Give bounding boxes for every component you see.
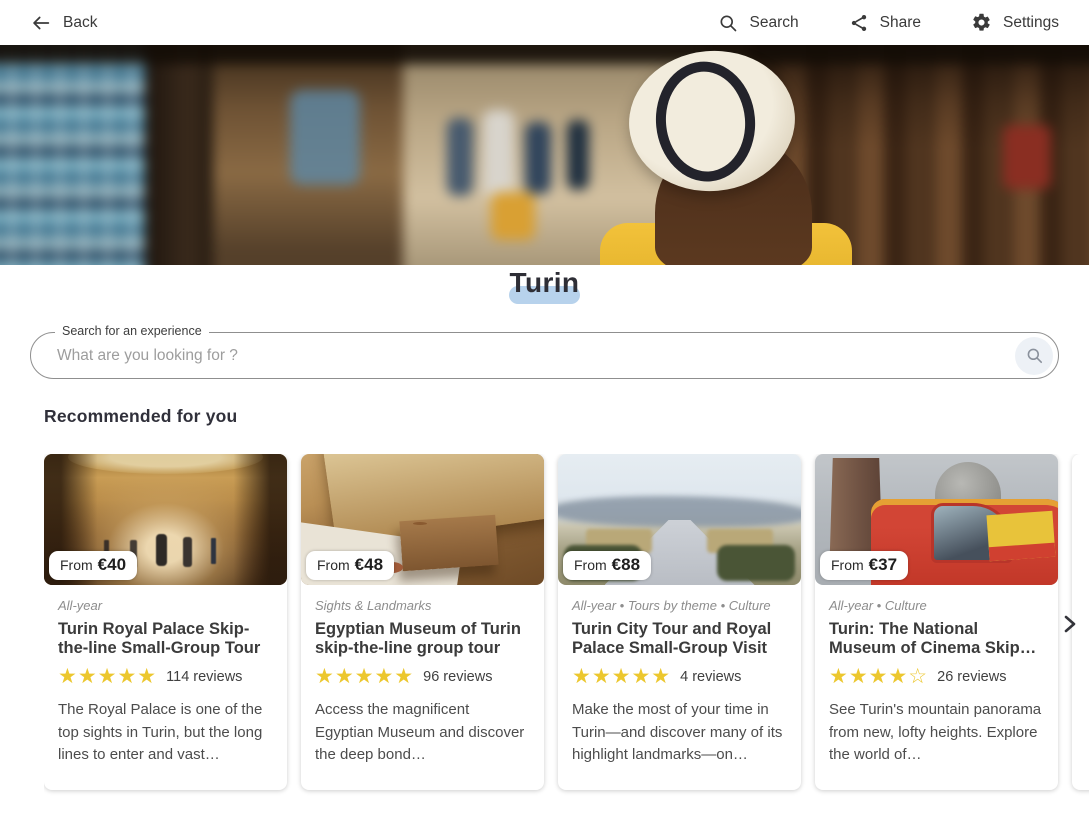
illustration-visitors bbox=[156, 534, 167, 566]
carousel-next-button[interactable] bbox=[1057, 611, 1083, 637]
red-goods-decoration bbox=[1003, 125, 1051, 189]
pedestrian-silhouette bbox=[525, 122, 551, 194]
price-value: €48 bbox=[355, 555, 383, 575]
star-rating-icon: ★★★★★ bbox=[58, 666, 157, 687]
card-category: All-year • Tours by theme • Culture bbox=[572, 598, 787, 613]
poster-decoration bbox=[290, 90, 360, 185]
card-description: Make the most of your time in Turin—and … bbox=[572, 699, 787, 767]
rating-row: ★★★★★ 96 reviews bbox=[315, 666, 530, 687]
experience-card[interactable]: From €48 Sights & Landmarks Egyptian Mus… bbox=[301, 454, 544, 790]
content-panel: Turin Search for an experience Recommend… bbox=[0, 267, 1089, 822]
search-field-label: Search for an experience bbox=[55, 324, 209, 338]
share-button[interactable]: Share bbox=[849, 13, 921, 33]
review-count: 114 reviews bbox=[166, 669, 242, 685]
card-body: All-year • Tours by theme • Culture Turi… bbox=[558, 585, 801, 783]
card-category: All-year • Culture bbox=[829, 598, 1044, 613]
card-image-cinema-museum: From €37 bbox=[815, 454, 1058, 585]
rating-row: ★★★★☆ 26 reviews bbox=[829, 666, 1044, 687]
price-from-label: From bbox=[317, 557, 350, 573]
page-title-wrap: Turin bbox=[506, 267, 584, 299]
back-label: Back bbox=[63, 14, 97, 32]
price-badge: From €37 bbox=[820, 551, 908, 580]
price-from-label: From bbox=[60, 557, 93, 573]
illustration-wooden-box bbox=[399, 515, 498, 572]
card-body: All-year • Culture Turin: The National M… bbox=[815, 585, 1058, 783]
stall-frame-decoration bbox=[145, 45, 217, 265]
search-menu-button[interactable]: Search bbox=[718, 13, 798, 33]
magnifier-icon bbox=[1025, 346, 1044, 365]
card-category: Sights & Landmarks bbox=[315, 598, 530, 613]
back-button[interactable]: Back bbox=[30, 12, 97, 34]
share-label: Share bbox=[880, 14, 921, 32]
card-image-egyptian-museum: From €48 bbox=[301, 454, 544, 585]
top-bar: Back Search Share Settings bbox=[0, 0, 1089, 45]
price-badge: From €88 bbox=[563, 551, 651, 580]
experience-card[interactable]: From €88 All-year • Tours by theme • Cul… bbox=[558, 454, 801, 790]
review-count: 96 reviews bbox=[423, 669, 492, 685]
review-count: 4 reviews bbox=[680, 669, 741, 685]
search-input[interactable] bbox=[31, 347, 1015, 365]
chevron-right-icon bbox=[1064, 615, 1076, 633]
search-menu-label: Search bbox=[749, 14, 798, 32]
settings-label: Settings bbox=[1003, 14, 1059, 32]
price-badge: From €40 bbox=[49, 551, 137, 580]
pedestrian-silhouette bbox=[447, 118, 473, 196]
card-title: Turin Royal Palace Skip-the-line Small-G… bbox=[58, 620, 273, 657]
card-description: The Royal Palace is one of the top sight… bbox=[58, 699, 273, 767]
illustration-hedge-right bbox=[717, 545, 795, 581]
star-rating-icon: ★★★★★ bbox=[315, 666, 414, 687]
share-icon bbox=[849, 13, 869, 33]
card-description: See Turin's mountain panorama from new, … bbox=[829, 699, 1044, 767]
page-title: Turin bbox=[506, 267, 584, 299]
review-count: 26 reviews bbox=[937, 669, 1006, 685]
section-heading: Recommended for you bbox=[44, 406, 1089, 427]
card-image-gardens: From €88 bbox=[558, 454, 801, 585]
card-title: Turin City Tour and Royal Palace Small-G… bbox=[572, 620, 787, 657]
price-value: €37 bbox=[869, 555, 897, 575]
rating-row: ★★★★★ 4 reviews bbox=[572, 666, 787, 687]
card-category: All-year bbox=[58, 598, 273, 613]
card-image-royal-palace: From €40 bbox=[44, 454, 287, 585]
card-title: Turin: The National Museum of Cinema Ski… bbox=[829, 620, 1044, 657]
star-rating-icon: ★★★★★ bbox=[572, 666, 671, 687]
price-value: €88 bbox=[612, 555, 640, 575]
yellow-chair-decoration bbox=[491, 192, 535, 240]
cards-track: From €40 All-year Turin Royal Palace Ski… bbox=[44, 454, 1089, 800]
top-bar-actions: Search Share Settings bbox=[718, 12, 1059, 33]
search-icon bbox=[718, 13, 738, 33]
rating-row: ★★★★★ 114 reviews bbox=[58, 666, 273, 687]
price-value: €40 bbox=[98, 555, 126, 575]
search-submit-button[interactable] bbox=[1015, 337, 1053, 375]
card-description: Access the magnificent Egyptian Museum a… bbox=[315, 699, 530, 767]
experience-card[interactable]: From €40 All-year Turin Royal Palace Ski… bbox=[44, 454, 287, 790]
awning-decoration bbox=[0, 45, 1089, 64]
experience-search-field[interactable]: Search for an experience bbox=[30, 332, 1059, 379]
hat-band bbox=[651, 57, 761, 186]
postcard-wall-decoration bbox=[0, 45, 150, 265]
experience-card[interactable]: From €37 All-year • Culture Turin: The N… bbox=[815, 454, 1058, 790]
price-from-label: From bbox=[574, 557, 607, 573]
arrow-left-icon bbox=[30, 12, 52, 34]
card-body: Sights & Landmarks Egyptian Museum of Tu… bbox=[301, 585, 544, 783]
illustration-bus-banner bbox=[986, 511, 1055, 561]
pedestrian-silhouette bbox=[483, 110, 514, 198]
price-from-label: From bbox=[831, 557, 864, 573]
card-body: All-year Turin Royal Palace Skip-the-lin… bbox=[44, 585, 287, 783]
gear-icon bbox=[971, 12, 992, 33]
price-badge: From €48 bbox=[306, 551, 394, 580]
star-rating-icon: ★★★★☆ bbox=[829, 666, 928, 687]
hero-image bbox=[0, 45, 1089, 265]
cards-carousel: From €40 All-year Turin Royal Palace Ski… bbox=[0, 454, 1089, 804]
card-title: Egyptian Museum of Turin skip-the-line g… bbox=[315, 620, 530, 657]
settings-button[interactable]: Settings bbox=[971, 12, 1059, 33]
traveler-figure bbox=[585, 45, 875, 265]
hero-background bbox=[0, 45, 1089, 265]
